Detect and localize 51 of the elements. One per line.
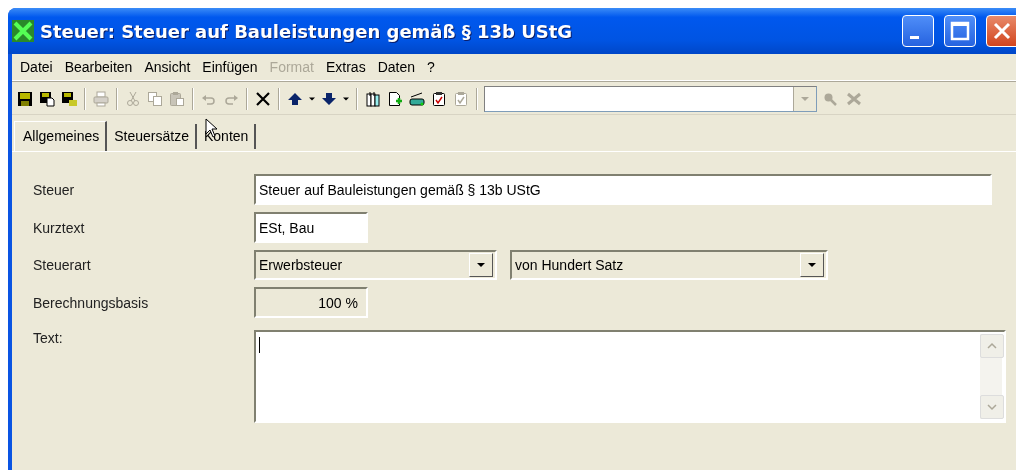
minimize-icon <box>909 35 919 39</box>
menu-item[interactable]: Extras <box>321 59 374 75</box>
menu-item[interactable]: ? <box>423 59 443 75</box>
dropdown-field[interactable]: Erwerbsteuer <box>254 250 497 280</box>
copy-icon <box>147 91 163 107</box>
paste-icon <box>169 91 185 107</box>
close-button[interactable] <box>986 15 1016 47</box>
field-label: Berechnungsbasis <box>33 294 150 311</box>
app-icon <box>12 20 34 42</box>
delete-icon <box>255 91 271 107</box>
field-label: Kurztext <box>33 219 86 236</box>
clipboard-check-icon <box>431 91 447 107</box>
minimize-button[interactable] <box>902 15 934 47</box>
search-combo-field[interactable] <box>484 86 817 112</box>
scroll-up-icon <box>987 341 997 351</box>
menu-item[interactable]: Bearbeiten <box>60 59 141 75</box>
field-label: Text: <box>33 330 64 346</box>
field-label: Steuer <box>33 181 76 198</box>
maximize-icon <box>950 21 970 41</box>
menu-item[interactable]: Daten <box>373 59 423 75</box>
text-area[interactable] <box>254 330 1006 423</box>
new-document-icon <box>387 91 403 107</box>
scroll-down-icon <box>987 402 997 412</box>
caret-icon <box>807 260 817 270</box>
menu-item[interactable]: Datei <box>16 59 61 75</box>
clear-icon <box>846 91 862 107</box>
scrollbar[interactable] <box>980 334 1002 419</box>
close-icon <box>992 21 1012 41</box>
scissors-icon <box>125 91 141 107</box>
binder-icon <box>365 91 381 107</box>
maximize-button[interactable] <box>944 15 976 47</box>
menu-item[interactable]: Ansicht <box>140 59 199 75</box>
text-field[interactable]: Steuer auf Bauleistungen gemäß § 13b UStG <box>254 174 992 205</box>
save-icon <box>17 91 33 107</box>
window-title: Steuer: Steuer auf Bauleistungen gemäß § 13b UStG <box>40 20 574 42</box>
save-copy-icon <box>39 91 55 107</box>
search-icon <box>822 91 838 107</box>
field-label: Steuerart <box>33 257 92 273</box>
clipboard-check-icon <box>453 91 469 107</box>
tab[interactable]: Allgemeines <box>14 121 108 151</box>
menu-item[interactable]: Einfügen <box>198 59 266 75</box>
save-all-icon <box>61 91 77 107</box>
text-field[interactable]: ESt, Bau <box>254 212 368 243</box>
dropdown-field[interactable]: von Hundert Satz <box>510 250 828 280</box>
scanner-icon <box>409 91 425 107</box>
caret-icon <box>476 260 486 270</box>
dropdown-arrow-icon <box>800 94 810 104</box>
read-only-field: 100 % <box>254 287 368 318</box>
down-arrow-icon <box>321 91 337 107</box>
up-arrow-icon <box>287 91 303 107</box>
printer-icon <box>93 91 109 107</box>
